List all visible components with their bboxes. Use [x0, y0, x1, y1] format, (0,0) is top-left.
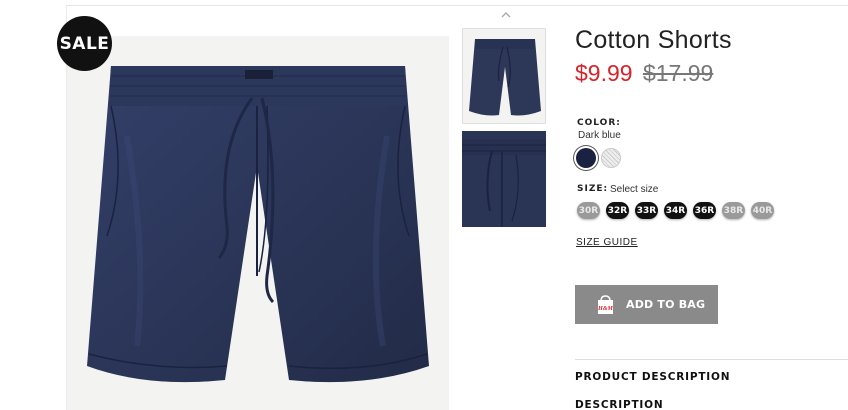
add-to-bag-label: ADD TO BAG [626, 298, 706, 311]
bag-logo: H&M [597, 306, 613, 312]
size-guide-link[interactable]: SIZE GUIDE [576, 237, 638, 248]
size-hint: Select size [610, 184, 659, 195]
size-option-30r[interactable]: 30R [577, 202, 600, 219]
price-block: $9.99 $17.99 [575, 60, 713, 87]
selected-color-name: Dark blue [578, 130, 621, 141]
product-title: Cotton Shorts [575, 26, 732, 54]
size-option-36r[interactable]: 36R [693, 202, 716, 219]
shopping-bag-icon: H&M [597, 295, 613, 314]
original-price: $17.99 [642, 60, 714, 86]
sale-badge: SALE [57, 16, 112, 71]
size-selector: 30R 32R 33R 34R 36R 38R 40R [577, 202, 774, 219]
product-description-toggle[interactable]: PRODUCT DESCRIPTION [575, 371, 730, 383]
size-option-32r[interactable]: 32R [606, 202, 629, 219]
description-toggle[interactable]: DESCRIPTION [575, 399, 663, 410]
main-product-image[interactable] [67, 36, 449, 410]
size-label: SIZE: [577, 184, 609, 194]
thumbnail-detail[interactable] [462, 131, 546, 227]
thumbnail-front[interactable] [462, 28, 546, 124]
color-swatch-dark-blue[interactable] [576, 148, 596, 168]
size-option-38r[interactable]: 38R [722, 202, 745, 219]
section-divider [575, 359, 848, 360]
size-option-40r[interactable]: 40R [751, 202, 774, 219]
size-option-33r[interactable]: 33R [635, 202, 658, 219]
top-divider [66, 5, 848, 6]
color-label: COLOR: [577, 118, 621, 128]
color-swatch-pattern[interactable] [601, 148, 621, 168]
chevron-up-icon[interactable] [500, 11, 512, 19]
size-option-34r[interactable]: 34R [664, 202, 687, 219]
add-to-bag-button[interactable]: H&M ADD TO BAG [575, 285, 718, 324]
sale-price: $9.99 [575, 60, 633, 86]
